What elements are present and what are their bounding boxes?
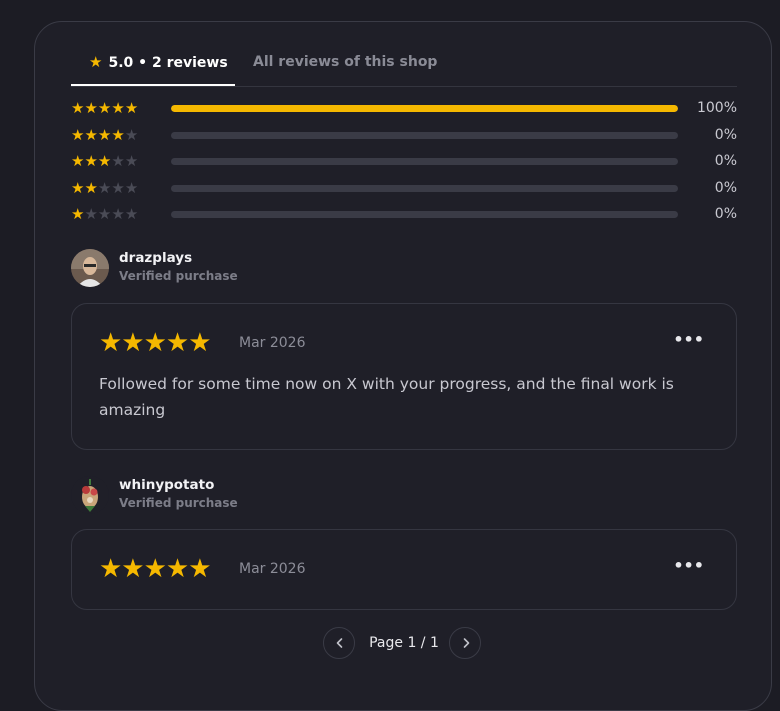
review-text: Followed for some time now on X with you… <box>99 375 674 419</box>
more-options-icon[interactable]: ••• <box>673 330 704 349</box>
star-icon: ★ <box>71 125 85 144</box>
tab-shop-reviews-label: 5.0 • 2 reviews <box>108 55 228 71</box>
rating-percent: 0% <box>714 153 737 169</box>
star-icon: ★ <box>84 99 98 117</box>
review-rating-stars: ★★★★★ <box>99 328 212 358</box>
review-date: Mar 2026 <box>239 561 306 577</box>
reviewer-name[interactable]: drazplays <box>119 250 192 266</box>
star-icon: ★ <box>97 152 112 170</box>
rating-bar-fill <box>171 105 678 112</box>
verified-purchase-label: Verified purchase <box>119 269 238 283</box>
tab-shop-reviews[interactable]: ★ 5.0 • 2 reviews <box>71 50 235 86</box>
star-icon: ★ <box>71 99 85 117</box>
reviews-panel: ★ 5.0 • 2 reviews All reviews of this sho… <box>34 21 772 711</box>
page-indicator: Page 1 / 1 <box>369 635 439 651</box>
avatar[interactable] <box>71 476 109 514</box>
star-icon: ★ <box>71 178 85 197</box>
reviewer-drazplays: drazplays Verified purchase <box>71 249 471 289</box>
star-icon: ★ <box>111 125 125 144</box>
star-icon: ★ <box>124 125 139 144</box>
rating-row-stars: ★★★★★ <box>71 124 138 146</box>
star-icon: ★ <box>111 178 125 197</box>
rating-bar <box>171 211 678 218</box>
rating-distribution: ★★★★★ 100% ★★★★★ 0% ★★★★★ 0% ★★★★★ 0% ★★… <box>71 97 739 230</box>
previous-page-button[interactable] <box>323 627 355 659</box>
star-icon: ★ <box>97 178 112 197</box>
rating-percent: 100% <box>696 100 737 116</box>
review-date: Mar 2026 <box>239 335 306 351</box>
star-icon: ★ <box>84 125 98 144</box>
avatar[interactable] <box>71 249 109 287</box>
star-icon: ★ <box>84 205 98 223</box>
rating-percent: 0% <box>714 206 737 222</box>
star-icon: ★ <box>111 205 125 223</box>
star-icon: ★ <box>84 178 98 197</box>
rating-row-2: ★★★★★ 0% <box>71 177 739 204</box>
star-icon: ★ <box>124 205 139 223</box>
chevron-left-icon <box>336 638 343 648</box>
review-card: ★★★★★ Mar 2026 ••• <box>71 529 737 610</box>
star-icon: ★ <box>71 205 85 223</box>
verified-purchase-label: Verified purchase <box>119 496 238 510</box>
rating-row-3: ★★★★★ 0% <box>71 150 739 177</box>
star-icon: ★ <box>111 99 125 117</box>
rating-row-stars: ★★★★★ <box>71 203 138 225</box>
more-options-icon[interactable]: ••• <box>673 556 704 575</box>
rating-row-stars: ★★★★★ <box>71 177 138 199</box>
star-icon: ★ <box>97 125 112 144</box>
review-rating-stars: ★★★★★ <box>99 554 212 584</box>
star-icon: ★ <box>111 152 125 170</box>
tab-all-shop-reviews[interactable]: All reviews of this shop <box>253 50 437 86</box>
star-icon: ★ <box>97 99 112 117</box>
star-icon: ★ <box>97 205 112 223</box>
rating-bar <box>171 131 678 139</box>
rating-row-stars: ★★★★★ <box>71 150 138 172</box>
rating-row-1: ★★★★★ 0% <box>71 203 739 230</box>
star-icon: ★ <box>71 152 85 170</box>
rating-percent: 0% <box>714 126 737 143</box>
next-page-button[interactable] <box>449 627 481 659</box>
star-icon: ★ <box>124 178 139 197</box>
rating-percent: 0% <box>714 179 737 196</box>
reviewer-whinypotato: whinypotato Verified purchase <box>71 476 471 516</box>
star-icon: ★ <box>89 53 103 71</box>
reviewer-name[interactable]: whinypotato <box>119 477 214 493</box>
rating-row-4: ★★★★★ 0% <box>71 124 739 151</box>
review-card: ★★★★★ Mar 2026 ••• Followed for some tim… <box>71 303 737 450</box>
star-icon: ★ <box>124 152 139 170</box>
chevron-right-icon <box>463 638 470 648</box>
rating-row-stars: ★★★★★ <box>71 97 138 119</box>
rating-bar <box>171 158 678 165</box>
rating-bar <box>171 184 678 192</box>
rating-row-5: ★★★★★ 100% <box>71 97 739 124</box>
star-icon: ★ <box>84 152 98 170</box>
review-tabs: ★ 5.0 • 2 reviews All reviews of this sho… <box>71 50 737 87</box>
star-icon: ★ <box>124 99 139 117</box>
pagination: Page 1 / 1 <box>323 627 485 663</box>
rating-bar <box>171 105 678 112</box>
